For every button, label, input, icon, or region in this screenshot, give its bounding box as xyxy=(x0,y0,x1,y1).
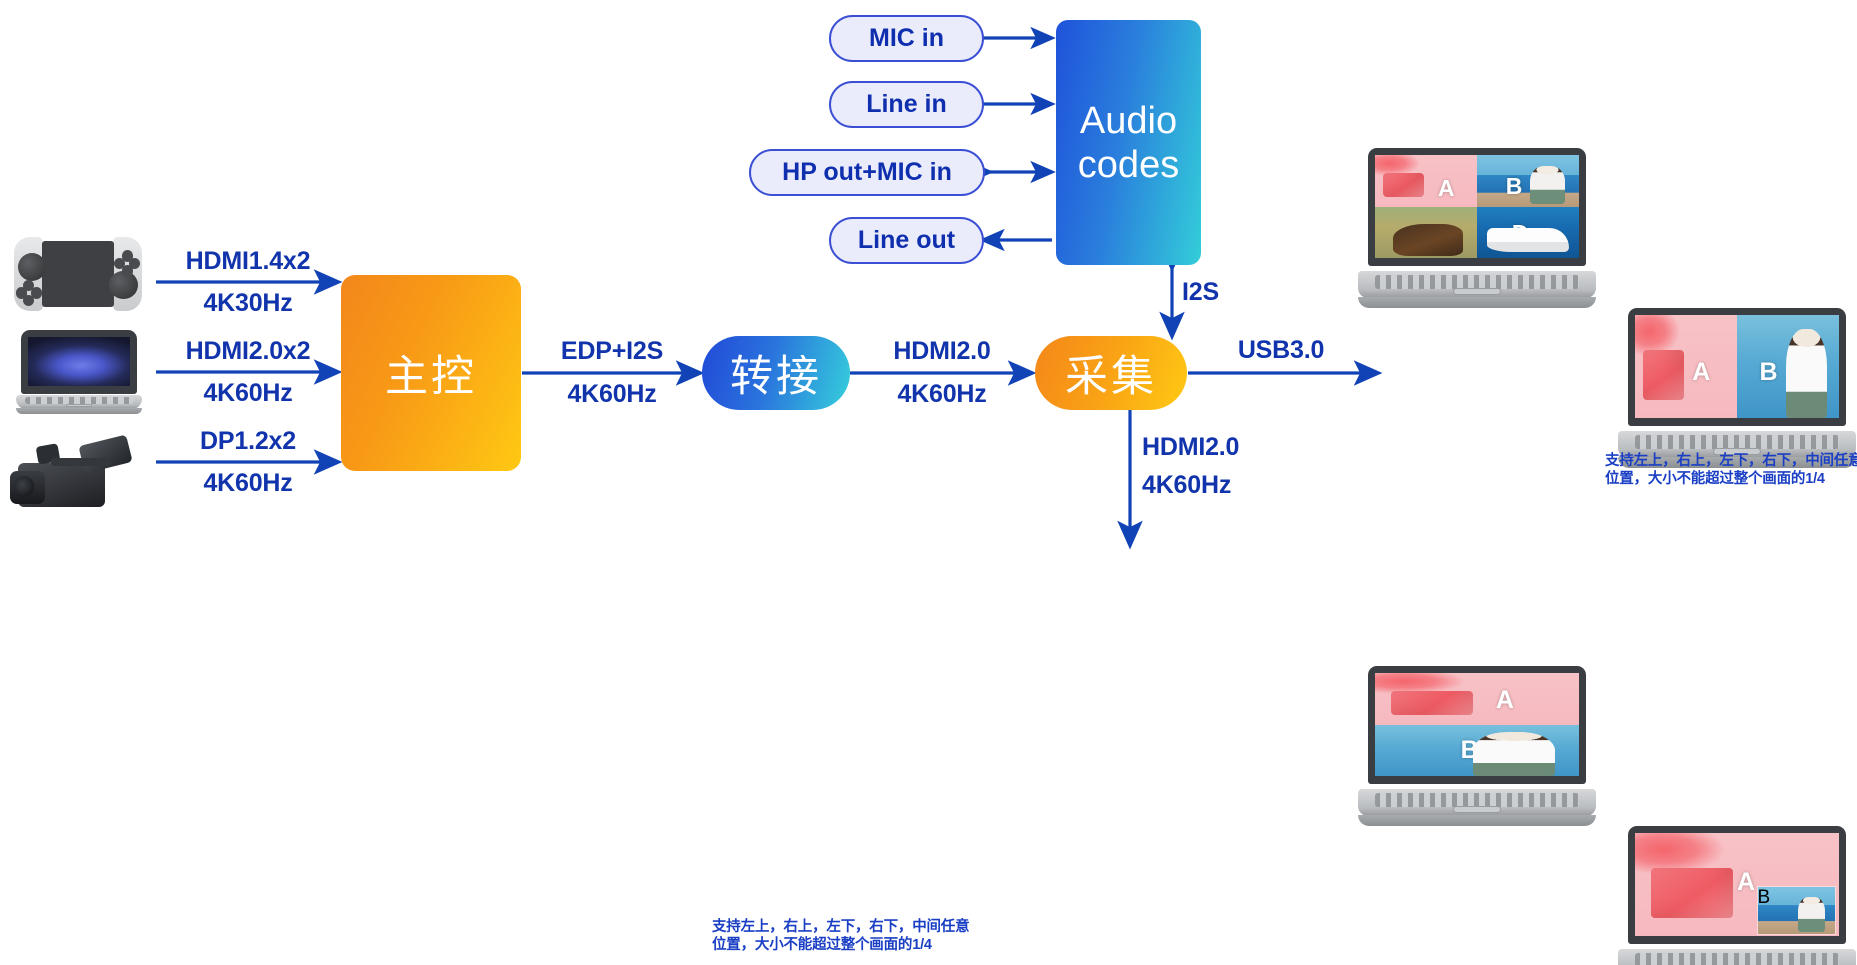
audio-port-mic-in-label: MIC in xyxy=(869,24,944,52)
input-link-0-bottom-wrap: 4K30Hz xyxy=(156,288,340,318)
source-laptop xyxy=(16,330,142,414)
screen-label: B xyxy=(1505,172,1523,199)
link-edp: EDP+I2S xyxy=(524,336,700,366)
diagram-canvas: HDMI1.4x2 4K30Hz HDMI2.0x2 4K60Hz DP1.2x… xyxy=(0,0,1857,965)
screen-label: B xyxy=(1460,736,1479,765)
link-usb-top: USB3.0 xyxy=(1237,336,1325,364)
screen-label: A xyxy=(1692,358,1711,387)
output-laptop-pip: A B xyxy=(1618,826,1856,965)
link-edp-top: EDP+I2S xyxy=(560,337,664,365)
input-link-1-bottom-wrap: 4K60Hz xyxy=(156,378,340,408)
output-laptop-split-horizontal: A B xyxy=(1358,666,1596,826)
input-link-0: HDMI1.4x2 xyxy=(156,246,340,276)
link-usb: USB3.0 xyxy=(1196,335,1366,365)
link-hdmi-down: HDMI2.0 xyxy=(1142,432,1302,462)
input-link-2-top: DP1.2x2 xyxy=(200,427,296,455)
screen-label: A xyxy=(1737,868,1756,897)
screen-label: A xyxy=(1437,174,1455,201)
link-i2s-top: I2S xyxy=(1182,278,1219,306)
input-link-2-bottom-wrap: 4K60Hz xyxy=(156,468,340,498)
input-link-1-top: HDMI2.0x2 xyxy=(185,337,311,365)
tv-note-caption: 支持左上，右上，左下，右下，中间任意 位置，大小不能超过整个画面的1/4 xyxy=(712,919,970,953)
link-hdmi-down-top: HDMI2.0 xyxy=(1142,433,1240,461)
link-hdmi-converter: HDMI2.0 xyxy=(854,336,1030,366)
output-laptop-quad: A B C D xyxy=(1358,148,1596,308)
link-edp-bottom: 4K60Hz xyxy=(567,380,657,408)
audio-port-line-in-label: Line in xyxy=(866,90,947,118)
screen-label: A xyxy=(1495,686,1514,715)
block-main-control-label: 主控 xyxy=(385,353,477,401)
audio-port-hp-out-mic-in[interactable]: HP out+MIC in xyxy=(749,149,985,196)
link-hdmi-down-bottom: 4K60Hz xyxy=(1142,471,1232,499)
input-link-1-bottom: 4K60Hz xyxy=(203,379,293,407)
block-audio-codec-line1: Audio xyxy=(1079,99,1178,142)
block-capture[interactable]: 采集 xyxy=(1035,336,1187,410)
screen-label: B xyxy=(1759,358,1778,387)
link-edp-bottom-wrap: 4K60Hz xyxy=(524,379,700,409)
audio-port-line-in[interactable]: Line in xyxy=(829,81,984,128)
screen-label: C xyxy=(1433,223,1451,250)
source-camcorder xyxy=(10,430,146,512)
audio-port-line-out[interactable]: Line out xyxy=(829,217,984,264)
input-link-0-top: HDMI1.4x2 xyxy=(185,247,311,275)
laptop-note-caption: 支持左上，右上，左下，右下，中间任意 位置，大小不能超过整个画面的1/4 xyxy=(1605,453,1857,487)
audio-port-mic-in[interactable]: MIC in xyxy=(829,15,984,62)
link-hdmi-converter-bottom-wrap: 4K60Hz xyxy=(854,379,1030,409)
block-audio-codec-line2: codes xyxy=(1077,143,1180,186)
audio-port-line-out-label: Line out xyxy=(857,226,956,254)
link-hdmi-converter-top: HDMI2.0 xyxy=(893,337,991,365)
input-link-2: DP1.2x2 xyxy=(156,426,340,456)
block-capture-label: 采集 xyxy=(1065,353,1157,401)
link-hdmi-down-bottom-wrap: 4K60Hz xyxy=(1142,470,1302,500)
screen-label: D xyxy=(1511,220,1529,247)
input-link-1: HDMI2.0x2 xyxy=(156,336,340,366)
source-game-console xyxy=(14,237,142,311)
block-converter[interactable]: 转接 xyxy=(702,336,850,410)
block-converter-label: 转接 xyxy=(730,353,822,401)
screen-label: B xyxy=(1757,886,1771,908)
link-i2s: I2S xyxy=(1182,277,1252,307)
block-audio-codec[interactable]: Audio codes xyxy=(1056,20,1201,265)
output-laptop-split-vertical: A B xyxy=(1618,308,1856,468)
input-link-0-bottom: 4K30Hz xyxy=(203,289,293,317)
block-main-control[interactable]: 主控 xyxy=(341,275,521,471)
input-link-2-bottom: 4K60Hz xyxy=(203,469,293,497)
link-hdmi-converter-bottom: 4K60Hz xyxy=(897,380,987,408)
audio-port-hp-out-mic-in-label: HP out+MIC in xyxy=(782,158,952,186)
